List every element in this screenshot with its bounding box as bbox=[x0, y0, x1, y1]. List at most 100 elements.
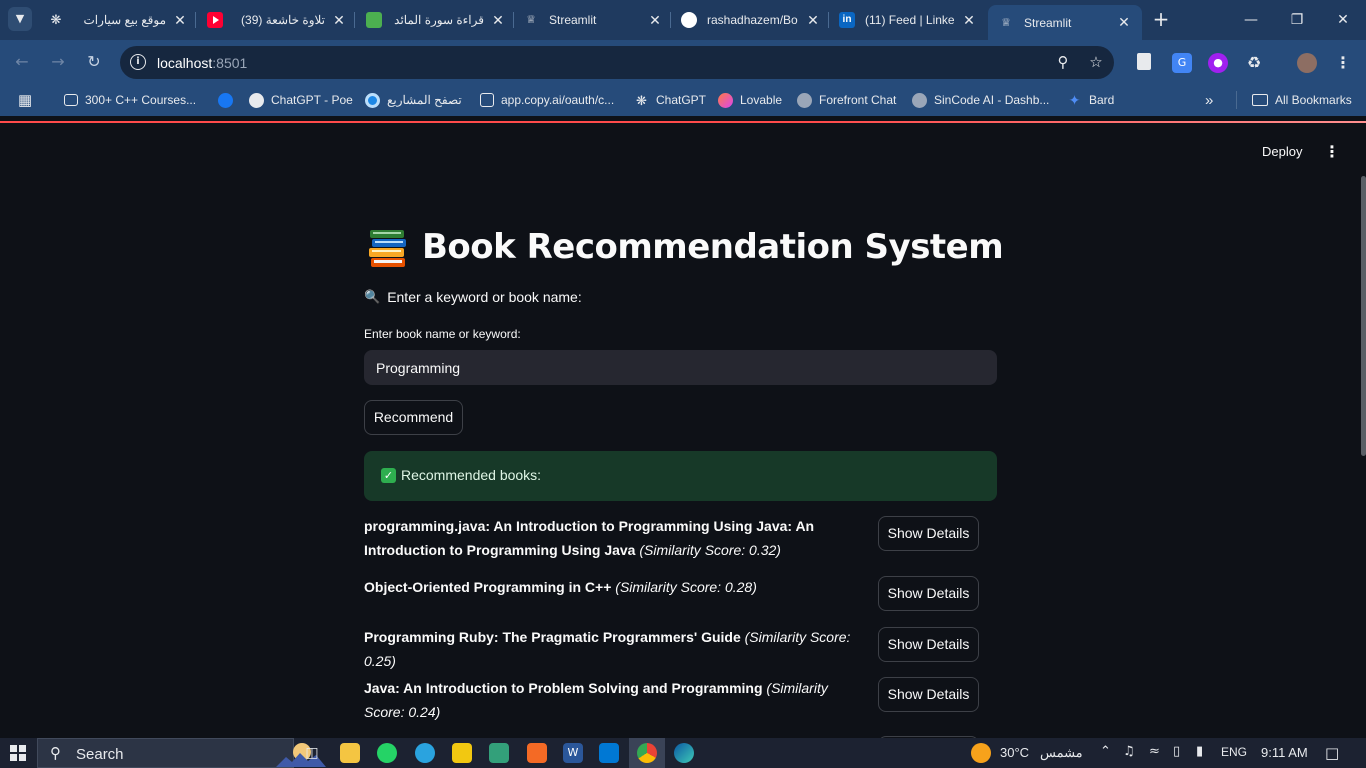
app-menu-icon[interactable]: ⋮ bbox=[1322, 142, 1342, 162]
tray-chevron-up-icon[interactable]: ⌃ bbox=[1100, 744, 1111, 759]
success-alert: ✓ Recommended books: bbox=[364, 451, 997, 501]
chrome-taskbar-active[interactable] bbox=[629, 738, 665, 768]
sincode-icon bbox=[912, 92, 927, 108]
bookmark-star-icon[interactable]: ☆ bbox=[1086, 52, 1106, 72]
book-title: Java: An Introduction to Problem Solving… bbox=[364, 680, 763, 696]
whatsapp-icon[interactable] bbox=[377, 743, 397, 763]
temperature: 30°C bbox=[1000, 745, 1030, 760]
show-details-button[interactable]: Show Details bbox=[878, 516, 979, 551]
tab-2[interactable]: (39) تلاوة خاشعة ✕ bbox=[207, 6, 347, 34]
bookmark-item[interactable]: تصفح المشاريع bbox=[365, 91, 462, 109]
reload-icon[interactable]: ↻ bbox=[83, 51, 105, 73]
recommendation-item: Programming Ruby: The Pragmatic Programm… bbox=[364, 625, 864, 673]
tab-label: (39) تلاوة خاشعة bbox=[241, 13, 325, 27]
bookmark-item[interactable] bbox=[218, 91, 233, 109]
close-icon[interactable]: ✕ bbox=[331, 12, 347, 29]
zoom-search-icon[interactable]: ⚲ bbox=[1053, 52, 1073, 72]
new-tab-plus-icon[interactable]: + bbox=[1152, 8, 1170, 32]
wifi-icon[interactable]: ≈ bbox=[1149, 744, 1160, 759]
streamlit-icon: ♕ bbox=[526, 14, 536, 26]
sun-weather-icon bbox=[971, 743, 991, 763]
recommendation-item: programming.java: An Introduction to Pro… bbox=[364, 514, 864, 562]
book-search-input[interactable] bbox=[364, 350, 997, 385]
vscode-icon[interactable] bbox=[599, 743, 619, 763]
clock-time[interactable]: 9:11 AM bbox=[1261, 745, 1308, 760]
close-icon[interactable]: ✕ bbox=[805, 12, 821, 29]
notifications-icon[interactable]: □ bbox=[1325, 744, 1339, 762]
tab-5[interactable]: rashadhazem/Bo ✕ bbox=[681, 6, 821, 34]
close-icon[interactable]: ✕ bbox=[1116, 14, 1132, 31]
bookmark-item[interactable]: SinCode AI - Dashb... bbox=[912, 91, 1049, 109]
show-details-button[interactable]: Show Details bbox=[878, 576, 979, 611]
minimize-icon[interactable]: — bbox=[1228, 0, 1274, 40]
task-view-icon[interactable]: ◫ bbox=[302, 743, 322, 763]
tab-search-chevron-icon[interactable]: ▼ bbox=[8, 7, 32, 31]
apps-grid-icon[interactable]: ▦ bbox=[18, 91, 32, 109]
extensions-puzzle-icon[interactable]: ♻ bbox=[1244, 53, 1264, 73]
close-icon[interactable]: ✕ bbox=[490, 12, 506, 29]
windows-start-icon[interactable] bbox=[10, 745, 26, 761]
success-text: Recommended books: bbox=[401, 467, 542, 483]
bookmark-item[interactable]: ❋ ChatGPT bbox=[634, 91, 706, 109]
tab-3[interactable]: قراءة سورة المائد ✕ bbox=[366, 6, 506, 34]
tab-7-active[interactable]: ♕ Streamlit ✕ bbox=[988, 5, 1142, 40]
tab-4[interactable]: ♕ Streamlit ✕ bbox=[523, 6, 663, 34]
tab-1[interactable]: ❋ موقع بيع سيارات ✕ bbox=[48, 6, 188, 34]
taskbar-search-box[interactable]: ⚲ Search bbox=[37, 738, 326, 768]
search-icon: ⚲ bbox=[50, 744, 61, 762]
profile-avatar[interactable] bbox=[1297, 53, 1317, 73]
translate-extension-icon[interactable]: G bbox=[1172, 53, 1192, 73]
deploy-button[interactable]: Deploy bbox=[1262, 144, 1302, 159]
bookmark-label: Lovable bbox=[740, 93, 783, 107]
restore-icon[interactable]: ❐ bbox=[1274, 0, 1320, 40]
copyai-icon bbox=[480, 93, 494, 107]
site-info-icon[interactable]: i bbox=[130, 54, 146, 70]
chrome-menu-icon[interactable]: ⋮ bbox=[1333, 53, 1353, 73]
word-icon[interactable]: W bbox=[563, 743, 583, 763]
close-icon[interactable]: ✕ bbox=[172, 12, 188, 29]
show-details-button[interactable]: Show Details bbox=[878, 627, 979, 662]
tab-6[interactable]: in (11) Feed | Linke ✕ bbox=[839, 6, 977, 34]
close-icon[interactable]: ✕ bbox=[647, 12, 663, 29]
all-bookmarks-folder[interactable]: All Bookmarks bbox=[1252, 91, 1352, 109]
bookmark-item[interactable]: ChatGPT - Poe bbox=[249, 91, 353, 109]
similarity-score: (Similarity Score: 0.28) bbox=[615, 579, 757, 595]
check-icon: ✓ bbox=[381, 468, 396, 483]
weather-text: مشمس bbox=[1040, 745, 1083, 760]
window-close-icon[interactable]: ✕ bbox=[1320, 0, 1366, 40]
puzzle-app-icon[interactable] bbox=[489, 743, 509, 763]
ai-extension-icon[interactable]: ● bbox=[1208, 53, 1228, 73]
page-scrollbar[interactable] bbox=[1361, 176, 1366, 456]
poe-icon bbox=[249, 92, 264, 108]
tab-label: rashadhazem/Bo bbox=[707, 13, 798, 27]
bookmarks-divider bbox=[1236, 91, 1237, 109]
file-explorer-icon[interactable] bbox=[340, 743, 360, 763]
edge-icon[interactable] bbox=[674, 743, 694, 763]
recommend-button[interactable]: Recommend bbox=[364, 400, 463, 435]
battery-icon[interactable]: ▮ bbox=[1196, 744, 1203, 759]
projects-icon bbox=[365, 92, 380, 108]
forward-arrow-icon[interactable]: → bbox=[47, 51, 69, 73]
telegram-icon[interactable] bbox=[415, 743, 435, 763]
notes-extension-icon[interactable] bbox=[1137, 53, 1151, 70]
back-arrow-icon[interactable]: ← bbox=[11, 51, 33, 73]
tab-separator bbox=[513, 12, 514, 28]
battery-saver-icon[interactable]: ▯ bbox=[1173, 744, 1180, 759]
volume-icon[interactable]: ♫ bbox=[1123, 744, 1135, 759]
bookmark-label: ChatGPT - Poe bbox=[271, 93, 353, 107]
address-bar[interactable]: i localhost:8501 ⚲ ☆ bbox=[120, 46, 1114, 79]
language-indicator[interactable]: ENG bbox=[1221, 745, 1247, 759]
bookmark-item[interactable]: Lovable bbox=[718, 91, 782, 109]
subheader-text: Enter a keyword or book name: bbox=[387, 289, 582, 305]
bookmark-item[interactable]: app.copy.ai/oauth/c... bbox=[480, 91, 614, 109]
close-icon[interactable]: ✕ bbox=[961, 12, 977, 29]
quran-icon bbox=[366, 12, 382, 28]
xampp-icon[interactable] bbox=[527, 743, 547, 763]
bookmarks-overflow-chevron-icon[interactable]: » bbox=[1205, 91, 1213, 109]
tab-separator bbox=[670, 12, 671, 28]
bookmark-item[interactable]: Forefront Chat bbox=[797, 91, 896, 109]
power-bi-icon[interactable] bbox=[452, 743, 472, 763]
bookmark-item[interactable]: 300+ C++ Courses... bbox=[64, 91, 196, 109]
show-details-button[interactable]: Show Details bbox=[878, 677, 979, 712]
bookmark-item[interactable]: ✦ Bard bbox=[1067, 91, 1115, 109]
